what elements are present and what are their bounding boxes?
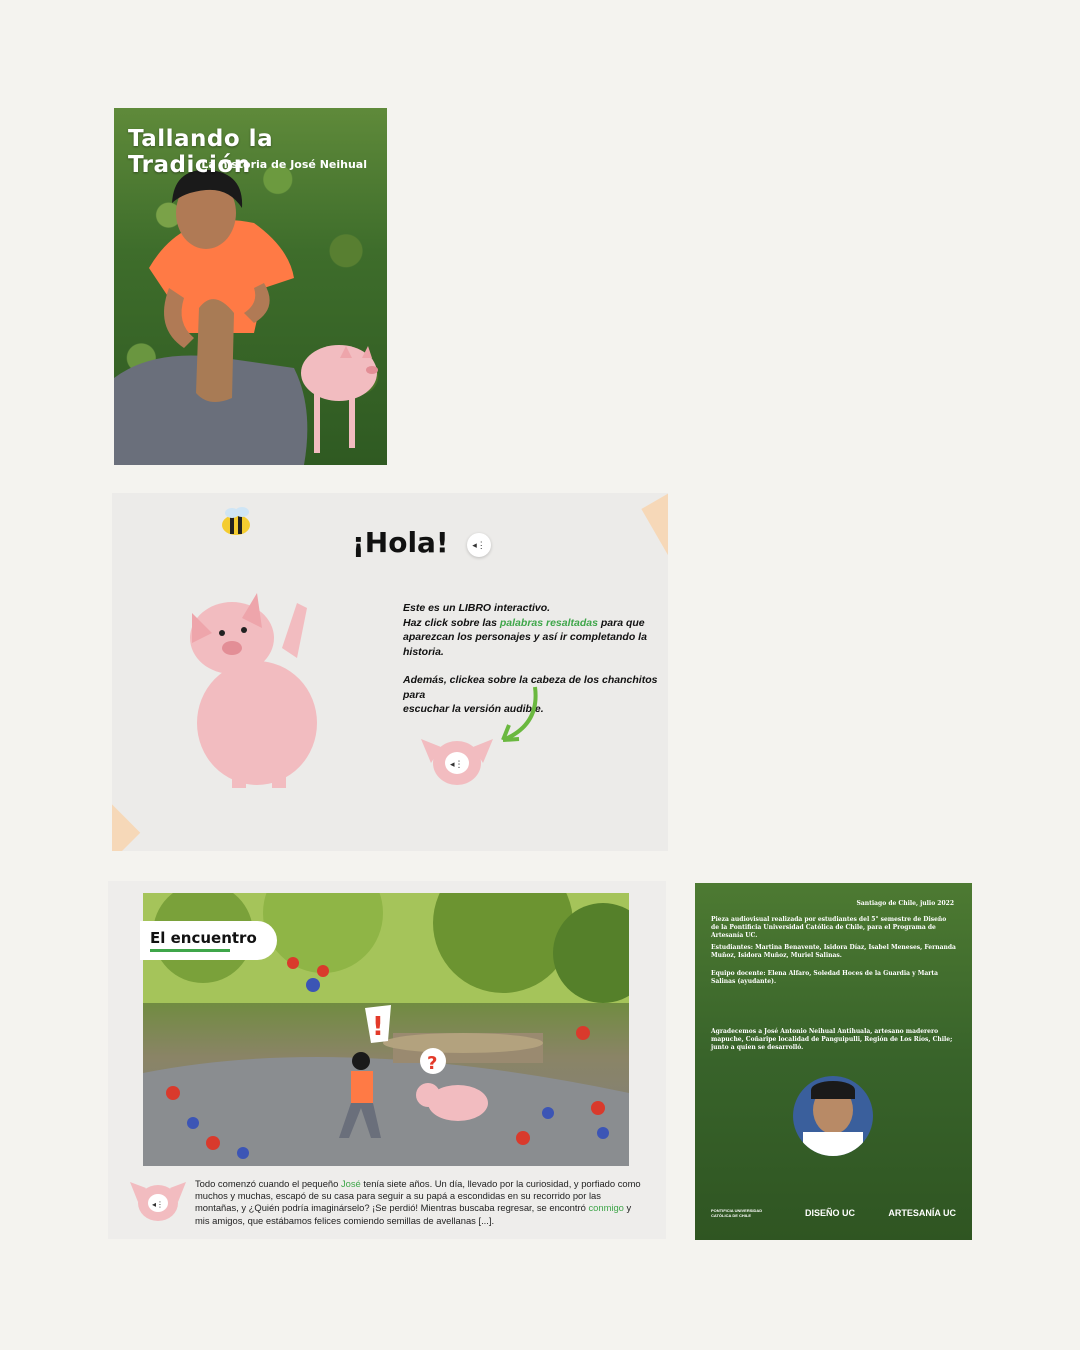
story-text: Todo comenzó cuando el pequeño José tení… — [195, 1178, 645, 1227]
page-heading: ¡Hola! — [352, 526, 449, 559]
highlight-text: palabras resaltadas — [499, 616, 598, 629]
encounter-page: ! ? El encuentro ◂⋮ Todo comenzó cuando … — [108, 881, 666, 1239]
logo-artesania: ARTESANÍA UC — [888, 1208, 956, 1218]
highlight-word-conmigo[interactable]: conmigo — [588, 1202, 623, 1213]
logo-diseno: DISEÑO UC — [805, 1208, 856, 1218]
instruction-line: Este es un LIBRO interactivo. — [403, 602, 551, 614]
chapter-label: El encuentro — [140, 921, 277, 960]
highlight-word-jose[interactable]: José — [341, 1178, 361, 1189]
credits-thanks: Agradecemos a José Antonio Neihual Antih… — [711, 1028, 953, 1051]
cover-subtitle: La historia de José Neihual — [201, 158, 367, 171]
text-segment: Haz click sobre las — [403, 616, 500, 629]
credits-date: Santiago de Chile, julio 2022 — [856, 900, 954, 907]
tape-strip — [112, 783, 141, 851]
credits-piece: Pieza audiovisual realizada por estudian… — [711, 916, 947, 939]
underline — [150, 949, 230, 952]
chapter-title: El encuentro — [150, 929, 257, 947]
svg-text:◂⋮: ◂⋮ — [152, 1200, 164, 1209]
instruction-line: aparezcan los personajes y así ir comple… — [403, 631, 647, 658]
text-segment: Todo comenzó cuando el pequeño — [195, 1178, 341, 1189]
credits-page: Santiago de Chile, julio 2022 Pieza audi… — [695, 883, 972, 1240]
svg-text:◂⋮: ◂⋮ — [450, 760, 464, 770]
artisan-photo — [793, 1076, 873, 1156]
tape-strip — [641, 493, 668, 579]
bee-icon — [222, 507, 250, 535]
pig-illustration — [190, 593, 317, 788]
credits-teachers: Equipo docente: Elena Alfaro, Soledad Ho… — [711, 970, 939, 985]
instruction-line: Haz click sobre las palabras resaltadas … — [403, 616, 668, 631]
pig-head-button[interactable]: ◂⋮ — [417, 733, 497, 789]
logo-uc: PONTIFICIA UNIVERSIDAD CATÓLICA DE CHILE — [711, 1208, 763, 1218]
intro-page: ¡Hola! ◂⋮ Este es un LIBRO interactivo. … — [112, 493, 668, 851]
arrow-icon — [501, 686, 538, 742]
book-cover: Tallando la Tradición La historia de Jos… — [114, 108, 387, 465]
pig-head-button[interactable]: ◂⋮ — [128, 1178, 188, 1223]
svg-text:!: ! — [372, 1012, 384, 1042]
svg-text:?: ? — [427, 1053, 437, 1074]
speaker-icon[interactable]: ◂⋮ — [467, 533, 491, 557]
credits-students: Estudiantes: Martina Benavente, Isidora … — [711, 944, 956, 959]
text-segment: para que — [597, 616, 645, 629]
